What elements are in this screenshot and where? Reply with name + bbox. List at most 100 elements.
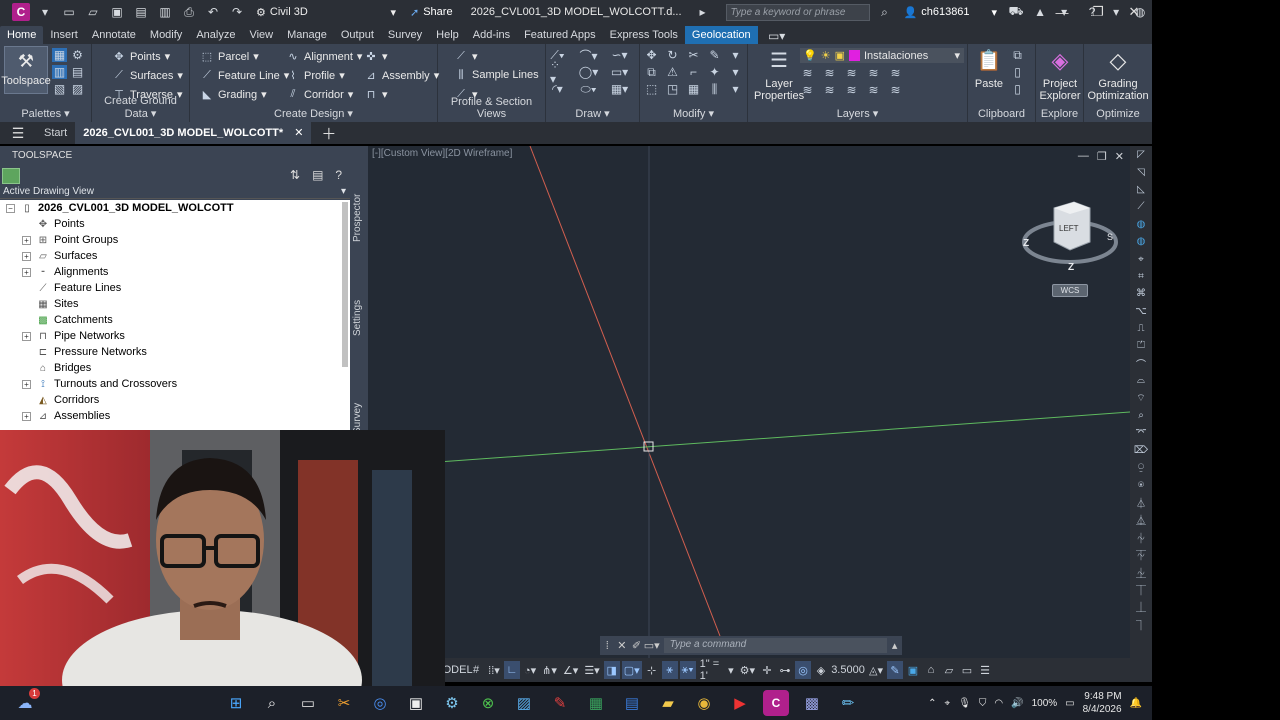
sample-lines-button[interactable]: ⫼ Sample Lines (454, 69, 538, 82)
tool-icon[interactable]: ⏇ (1130, 546, 1152, 563)
isolate-objects-icon[interactable]: ◬▾ (867, 661, 885, 679)
tool-icon[interactable]: ⌤ (1130, 424, 1152, 441)
panel-title[interactable]: Layers ▾ (748, 107, 967, 120)
tool-icon[interactable]: ⏍ (1130, 337, 1152, 354)
xbox-icon[interactable]: ⊗ (475, 690, 501, 716)
tool-palette-icon[interactable]: ▥ (52, 65, 67, 79)
open-icon[interactable]: ▱ (84, 4, 102, 20)
chevron-down-icon[interactable]: ▾ (728, 48, 743, 62)
clock[interactable]: 9:48 PM 8/4/2026 (1083, 690, 1122, 716)
paste-button[interactable]: 📋 Paste (974, 46, 1004, 90)
tree-root[interactable]: − ▯ 2026_CVL001_3D MODEL_WOLCOTT (0, 200, 350, 216)
annotation-scale[interactable]: 1" = 1' ▾ (698, 658, 736, 682)
civil3d-icon[interactable]: C (763, 690, 789, 716)
tool-icon[interactable]: ◺ (1130, 181, 1152, 198)
panel-title[interactable]: Draw ▾ (546, 107, 639, 120)
search-input[interactable]: Type a keyword or phrase (725, 3, 870, 21)
notifications-icon[interactable]: 🔔 (1130, 698, 1142, 709)
grid-icon[interactable]: # (468, 661, 484, 679)
layer-on-icon[interactable]: ≋ (800, 83, 815, 97)
tree-item-corridors[interactable]: ◭ Corridors (0, 392, 350, 408)
tab-manage[interactable]: Manage (280, 26, 334, 44)
tool-icon[interactable]: ⌘ (1130, 285, 1152, 302)
performance-icon[interactable]: ▱ (941, 661, 957, 679)
tool-icon[interactable]: ⌓ (1130, 372, 1152, 389)
isodraft-icon[interactable]: ⋔▾ (540, 661, 559, 679)
annotation-monitor-icon[interactable]: ✛ (759, 661, 775, 679)
media-player-icon[interactable]: ▶ (727, 690, 753, 716)
toolspace-button[interactable]: ⚒ Toolspace (1, 46, 51, 94)
undo-icon[interactable]: ↶ (204, 4, 222, 20)
tab-analyze[interactable]: Analyze (189, 26, 242, 44)
tab-annotate[interactable]: Annotate (85, 26, 143, 44)
panel-title[interactable]: Create Design ▾ (190, 107, 437, 120)
close-icon[interactable]: ✕ (1116, 0, 1152, 24)
expand-icon[interactable]: + (22, 251, 31, 261)
hatch-icon[interactable]: ▦▾ (611, 82, 628, 96)
profile-view-button[interactable]: ⟋ ▾ (454, 50, 477, 63)
tool-icon[interactable]: ⌒ (1130, 355, 1152, 372)
viewcube[interactable]: Z Z S LEFT (1018, 198, 1122, 278)
outlook-icon[interactable]: ◎ (367, 690, 393, 716)
app-menu-chevron-icon[interactable]: ▾ (36, 4, 54, 20)
globe-icon[interactable]: ◍ (1130, 233, 1152, 250)
sheet-set-icon[interactable]: ▧ (52, 82, 67, 96)
microphone-icon[interactable]: 🎙 (958, 698, 971, 709)
app-logo[interactable]: C (12, 3, 30, 21)
tab-add-ins[interactable]: Add-ins (466, 26, 517, 44)
wcs-menu[interactable]: WCS (1052, 284, 1088, 297)
tree-scrollbar[interactable] (342, 202, 348, 367)
layer-freeze-icon[interactable]: ≋ (844, 66, 859, 80)
expand-icon[interactable]: + (22, 235, 31, 245)
design-center-icon[interactable]: ⚙ (70, 48, 85, 62)
location-icon[interactable]: ⌖ (945, 698, 951, 709)
tool-icon[interactable]: ⎍ (1130, 320, 1152, 337)
tab-help[interactable]: Help (429, 26, 466, 44)
tool-icon[interactable]: ⏆ (1130, 529, 1152, 546)
fillet-icon[interactable]: ⌐ (686, 65, 701, 79)
layer-icon[interactable]: ◈ (813, 661, 829, 679)
battery-icon[interactable]: ▭ (1065, 698, 1074, 709)
tool-icon[interactable]: ⌥ (1130, 303, 1152, 320)
panel-title[interactable]: Palettes ▾ (0, 107, 91, 120)
tree-item-sites[interactable]: ▦ Sites (0, 296, 350, 312)
move-icon[interactable]: ✥ (644, 48, 659, 62)
wrench-icon[interactable]: ✐ (629, 639, 644, 652)
tool-icon[interactable]: ⏅ (1130, 511, 1152, 528)
expand-icon[interactable]: + (22, 331, 31, 341)
globe-icon[interactable]: ◍ (1130, 216, 1152, 233)
tree-item-pressure-networks[interactable]: ⊏ Pressure Networks (0, 344, 350, 360)
tab-active-drawing[interactable]: 2026_CVL001_3D MODEL_WOLCOTT* ✕ (75, 122, 312, 144)
copy-icon[interactable]: ▯ (1010, 65, 1025, 79)
annotation-visibility-icon[interactable]: ⚹ (661, 661, 678, 679)
workspace-selector[interactable]: ⚙ Civil 3D ▾ (256, 3, 396, 21)
new-icon[interactable]: ▭ (60, 4, 78, 20)
polar-icon[interactable]: ◔▾ (522, 661, 538, 679)
tree-item-points[interactable]: ✥ Points (0, 216, 350, 232)
close-icon[interactable]: ✕ (615, 639, 630, 652)
tree-item-catchments[interactable]: ▩ Catchments (0, 312, 350, 328)
tool-icon[interactable]: ⌖ (1130, 250, 1152, 267)
snap-icon[interactable]: ⁞⁞▾ (486, 661, 502, 679)
tool-icon[interactable]: ⌕ (1130, 407, 1152, 424)
drawing-viewport[interactable]: [-][Custom View][2D Wireframe] — ❐ ✕ Z Z… (368, 146, 1130, 658)
minimize-icon[interactable]: — (1044, 0, 1080, 24)
scale-icon[interactable]: ◳ (665, 82, 680, 96)
panel-title[interactable]: Modify ▾ (640, 107, 747, 120)
tree-item-assemblies[interactable]: + ⊿ Assemblies (0, 408, 350, 424)
meld-icon[interactable]: ▩ (799, 690, 825, 716)
rotate-icon[interactable]: ↻ (665, 48, 680, 62)
tab-prospector[interactable]: Prospector (352, 190, 368, 246)
tab-featured-apps[interactable]: Featured Apps (517, 26, 603, 44)
help-icon[interactable]: ? (335, 168, 342, 182)
mirror-icon[interactable]: ⚠ (665, 65, 680, 79)
tree-item-pipe-networks[interactable]: + ⊓ Pipe Networks (0, 328, 350, 344)
item-view-icon[interactable]: ⇅ (290, 168, 300, 182)
profile-button[interactable]: ⌇ Profile ▾ (286, 69, 344, 83)
properties-icon[interactable]: ▦ (52, 48, 67, 62)
array-icon[interactable]: ▦ (686, 82, 701, 96)
wifi-icon[interactable]: ◠ (994, 698, 1003, 709)
offset-icon[interactable]: ⫼ (707, 82, 722, 96)
points-button[interactable]: ✥ Points ▾ (112, 50, 170, 64)
user-account[interactable]: 👤 ch613861 ▾ (904, 6, 998, 19)
